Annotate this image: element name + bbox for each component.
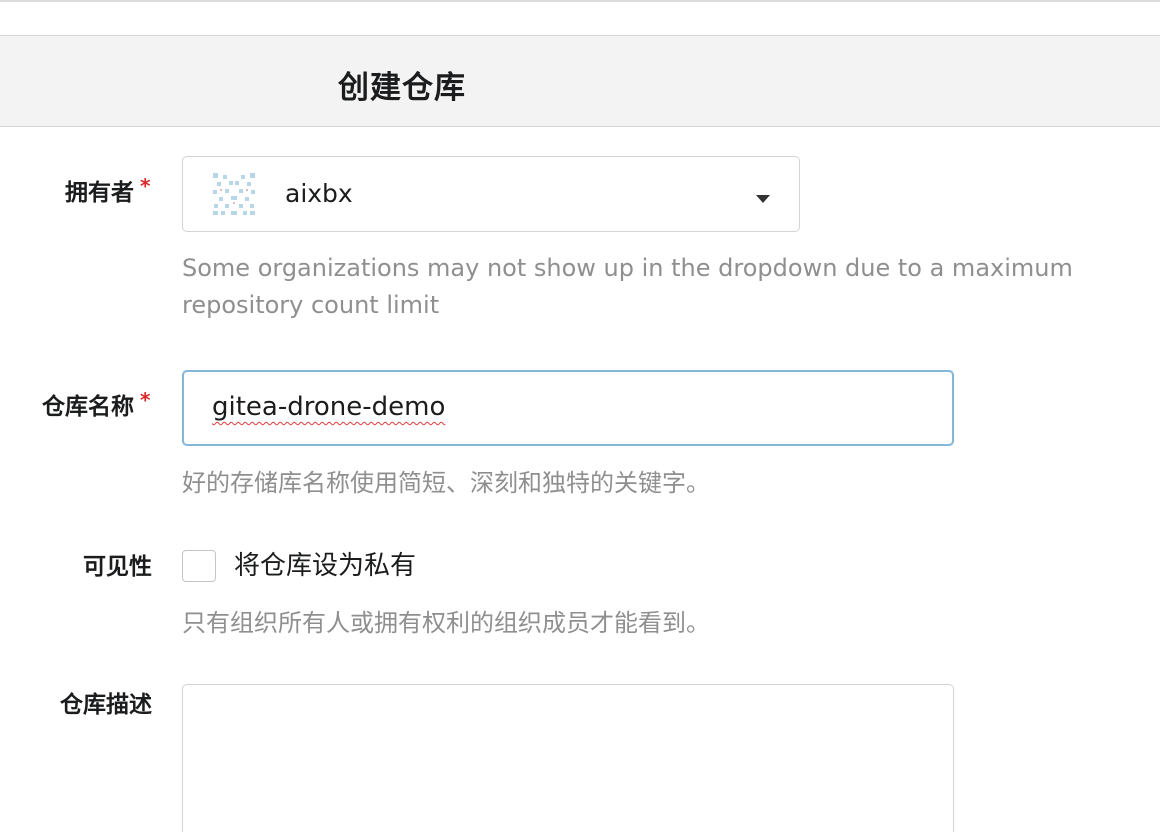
owner-help-text: Some organizations may not show up in th… bbox=[182, 254, 1073, 319]
description-textarea[interactable] bbox=[182, 684, 954, 832]
owner-label: 拥有者 bbox=[65, 180, 134, 206]
page-title: 创建仓库 bbox=[338, 70, 466, 106]
repo-name-required-mark: * bbox=[140, 388, 151, 412]
form-header: 创建仓库 bbox=[0, 36, 1160, 127]
top-menu-strip bbox=[0, 0, 1160, 36]
repo-name-input[interactable]: gitea-drone-demo bbox=[182, 370, 954, 446]
visibility-help-text: 只有组织所有人或拥有权利的组织成员才能看到。 bbox=[182, 609, 710, 637]
owner-avatar-icon bbox=[213, 173, 255, 215]
owner-required-mark: * bbox=[140, 174, 151, 198]
visibility-label: 可见性 bbox=[83, 554, 152, 580]
create-repo-page: 创建仓库 拥有者 * aixbx Some organizations may … bbox=[0, 0, 1160, 832]
repo-name-value: gitea-drone-demo bbox=[212, 392, 446, 422]
dropdown-caret-icon bbox=[756, 195, 770, 203]
private-checkbox[interactable] bbox=[182, 550, 216, 582]
private-checkbox-label[interactable]: 将仓库设为私有 bbox=[234, 550, 416, 582]
owner-selected-value: aixbx bbox=[285, 179, 353, 208]
description-label: 仓库描述 bbox=[60, 692, 152, 718]
repo-name-help-text: 好的存储库名称使用简短、深刻和独特的关键字。 bbox=[182, 469, 710, 497]
repo-name-label: 仓库名称 bbox=[42, 394, 134, 420]
owner-dropdown[interactable]: aixbx bbox=[182, 156, 800, 232]
